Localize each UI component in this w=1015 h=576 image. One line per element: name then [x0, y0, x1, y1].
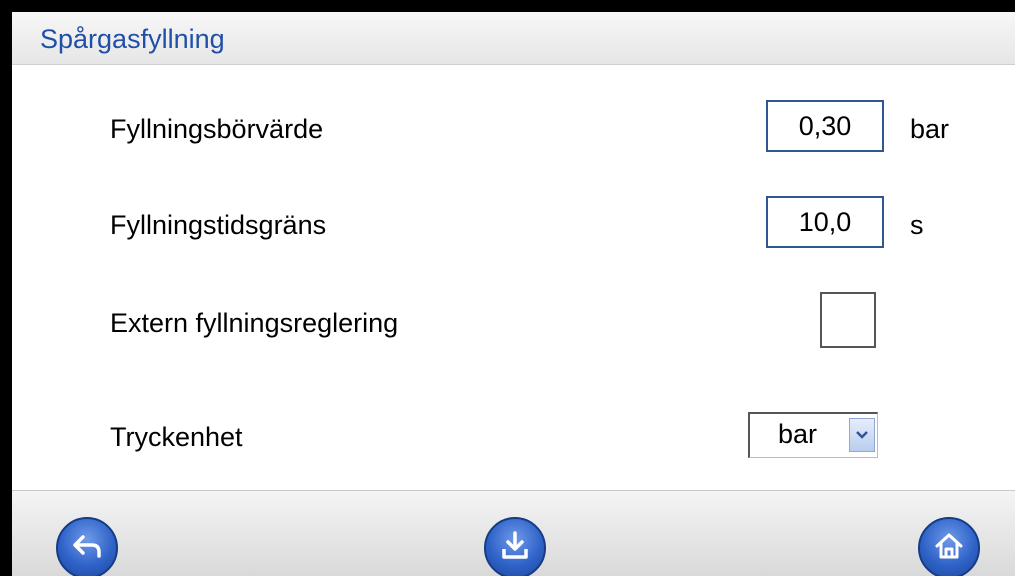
bottom-toolbar	[12, 490, 1015, 576]
download-save-icon	[498, 529, 532, 568]
back-arrow-icon	[70, 529, 104, 568]
fill-time-limit-label: Fyllningstidsgräns	[110, 210, 327, 240]
chevron-down-icon[interactable]	[849, 418, 875, 452]
external-fill-control-label: Extern fyllningsreglering	[110, 308, 399, 338]
save-button[interactable]	[484, 517, 546, 576]
fill-setpoint-unit: bar	[910, 114, 950, 144]
external-fill-control-checkbox[interactable]	[820, 292, 876, 348]
back-button[interactable]	[56, 517, 118, 576]
fill-setpoint-input[interactable]: 0,30	[766, 100, 884, 152]
fill-time-limit-input[interactable]: 10,0	[766, 196, 884, 248]
screen: Spårgasfyllning Fyllningsbörvärde 0,30 b…	[12, 12, 1015, 576]
pressure-unit-label: Tryckenhet	[110, 422, 243, 452]
pressure-unit-select[interactable]: bar	[748, 412, 878, 458]
fill-setpoint-label: Fyllningsbörvärde	[110, 114, 324, 144]
title-bar: Spårgasfyllning	[12, 12, 1015, 65]
home-button[interactable]	[918, 517, 980, 576]
home-icon	[932, 529, 966, 568]
fill-time-limit-unit: s	[910, 210, 924, 240]
pressure-unit-selected: bar	[778, 419, 818, 449]
page-title: Spårgasfyllning	[40, 24, 225, 54]
